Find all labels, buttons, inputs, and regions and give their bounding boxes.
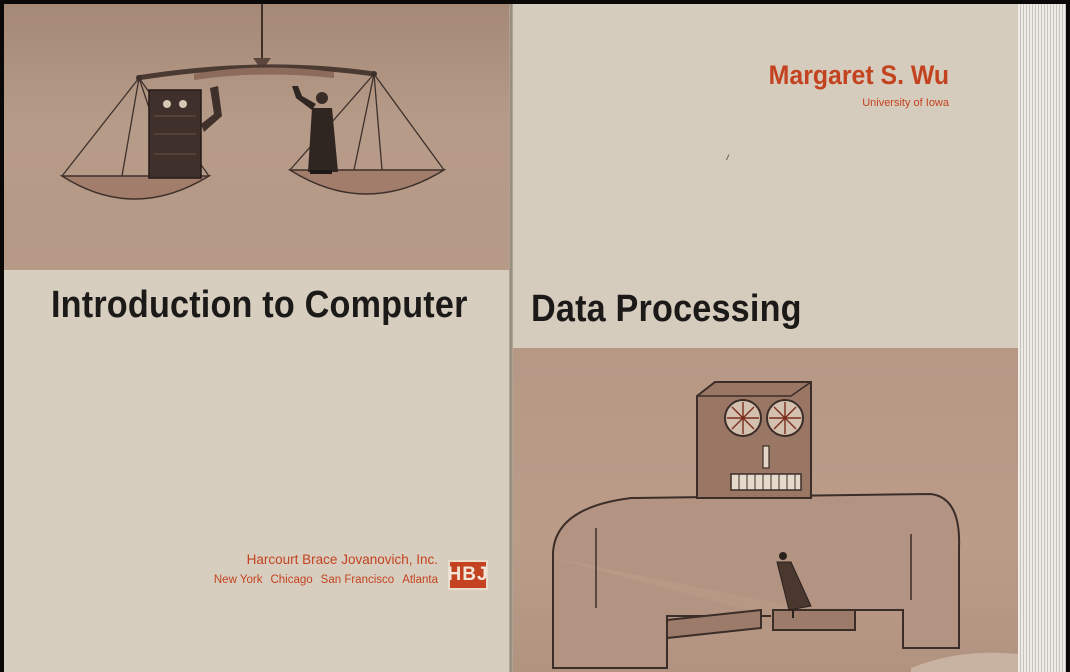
publisher-name: Harcourt Brace Jovanovich, Inc. [246,552,438,567]
book-title-part-1: Introduction to Computer [51,284,468,326]
publisher-logo: HBJ [448,560,488,590]
robot-head [696,381,812,499]
city-san-francisco: San Francisco [320,574,395,586]
city-chicago: Chicago [270,574,313,586]
city-atlanta: Atlanta [402,574,438,586]
author-block: Margaret S. Wu University of Iowa [753,60,949,109]
city-new-york: New York [213,574,263,586]
computer-on-scale [148,86,222,179]
robot-computer-illustration [511,348,1018,672]
book-title-part-2: Data Processing [531,288,802,330]
book-gutter [509,4,513,672]
page-edges [1018,4,1066,672]
balance-scale-illustration [4,4,511,270]
publisher-block: Harcourt Brace Jovanovich, Inc. New York… [4,552,438,586]
publisher-cities: New York Chicago San Francisco Atlanta [4,574,438,586]
left-page: Introduction to Computer Harcourt Brace … [4,4,511,672]
pencil-mark [725,154,733,162]
author-name: Margaret S. Wu [768,60,949,90]
right-page: Margaret S. Wu University of Iowa Data P… [511,4,1018,672]
title-page-spread: Introduction to Computer Harcourt Brace … [4,4,1018,672]
author-affiliation: University of Iowa [862,97,949,109]
